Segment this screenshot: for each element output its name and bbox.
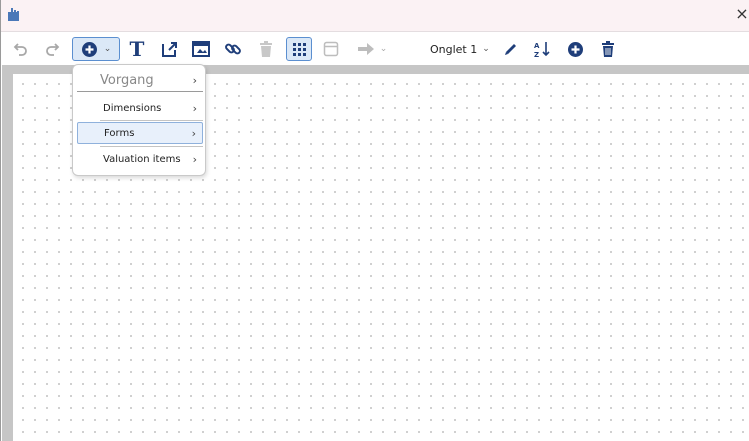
text-icon: T [129, 37, 145, 61]
menu-item-label: Vorgang [100, 73, 154, 88]
trash-icon [602, 40, 614, 57]
edit-tab-button[interactable] [501, 37, 521, 61]
tab-selector-label: Onglet 1 [430, 42, 478, 56]
frame-icon [323, 41, 339, 57]
add-tab-button[interactable] [565, 37, 585, 61]
svg-text:A: A [534, 42, 540, 50]
redo-button[interactable] [42, 37, 62, 61]
close-window-button[interactable]: × [734, 4, 749, 24]
insert-text-button[interactable]: T [127, 37, 147, 61]
chevron-down-icon: ⌄ [379, 44, 388, 54]
sort-az-icon: A Z [534, 42, 550, 58]
grid-icon [292, 42, 306, 56]
pencil-icon [505, 44, 516, 55]
grid-toggle-button[interactable] [286, 37, 312, 61]
menu-item-label: Valuation items [103, 153, 181, 165]
plus-circle-icon [81, 41, 97, 57]
external-link-icon [161, 41, 177, 57]
menu-divider [100, 146, 203, 147]
chevron-right-icon: › [192, 74, 197, 87]
add-element-menu: Vorgang › Dimensions › Forms › Valuation… [72, 64, 206, 176]
application-window: × ⌄ T ⌄ Onglet 1 ⌄ A Z Vorgang › Dimensi… [0, 0, 749, 441]
plus-circle-icon [567, 41, 583, 57]
svg-text:Z: Z [534, 51, 539, 58]
menu-item-label: Forms [104, 127, 135, 139]
menu-item-forms[interactable]: Forms › [77, 122, 203, 144]
tab-selector[interactable]: Onglet 1 ⌄ [430, 37, 490, 61]
title-bar: × [1, 0, 749, 32]
chevron-right-icon: › [192, 152, 197, 166]
menu-item-valuation-items[interactable]: Valuation items › [77, 148, 203, 170]
insert-image-button[interactable] [191, 37, 211, 61]
delete-disabled-button[interactable] [256, 37, 276, 61]
arrow-right-icon [357, 43, 374, 55]
menu-item-vorgang[interactable]: Vorgang › [77, 70, 203, 92]
undo-icon [13, 43, 27, 56]
chevron-right-icon: › [192, 101, 197, 115]
sort-tabs-button[interactable]: A Z [532, 37, 552, 61]
toolbar: ⌄ T ⌄ Onglet 1 ⌄ A Z [1, 33, 749, 65]
frame-button[interactable] [321, 37, 341, 61]
chevron-right-icon: › [191, 126, 196, 140]
add-element-button[interactable]: ⌄ [72, 37, 120, 61]
trash-icon [260, 40, 272, 57]
export-button[interactable] [159, 37, 179, 61]
chevron-down-icon: ⌄ [482, 44, 490, 54]
link-icon [225, 43, 241, 55]
delete-tab-button[interactable] [598, 37, 618, 61]
menu-item-dimensions[interactable]: Dimensions › [77, 97, 203, 119]
app-document-icon [7, 6, 21, 22]
arrow-style-button[interactable]: ⌄ [355, 37, 389, 61]
image-frame-icon [192, 41, 210, 57]
undo-button[interactable] [11, 37, 31, 61]
redo-icon [46, 43, 60, 56]
chevron-down-icon: ⌄ [103, 44, 112, 54]
menu-item-label: Dimensions [103, 102, 162, 114]
menu-divider [100, 120, 203, 121]
link-button[interactable] [223, 37, 243, 61]
